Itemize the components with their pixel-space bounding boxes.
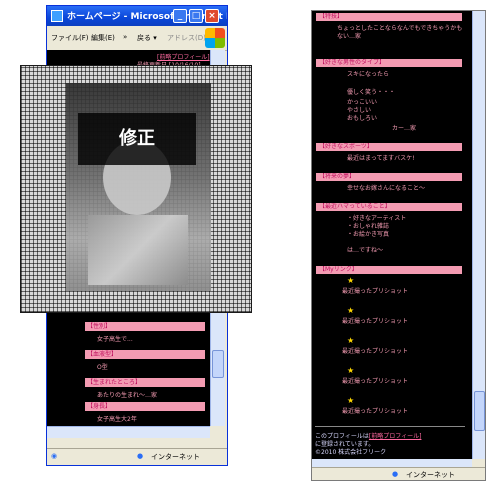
page-content: 【特技】 ちょっとしたことならなんでもできちゃうかも ない…家 【好きな男性のタ…	[312, 11, 472, 459]
globe-icon: ●	[137, 452, 144, 460]
footer-copyright: ©2010 株式会社フリーク	[315, 449, 387, 456]
title-bar: ホームページ - Microsoft Internet Exp... _ □ ×	[47, 6, 227, 26]
profile-label-birthplace: 【生まれたところ】	[85, 378, 205, 387]
footer-link[interactable]: [前略プロフィール]	[369, 433, 422, 440]
horizontal-scrollbar[interactable]	[47, 426, 210, 438]
profile-label-blood: 【血液型】	[85, 350, 205, 359]
link-item[interactable]: 最近撮ったプリショット	[342, 346, 408, 355]
section-label-sport: 【好きなスポーツ】	[316, 143, 462, 151]
vertical-scrollbar[interactable]	[472, 11, 485, 459]
status-bar: ● インターネット	[312, 467, 485, 480]
link-item[interactable]: 最近撮ったプリショット	[342, 316, 408, 325]
section-line: ない…家	[337, 33, 362, 40]
star-icon: ★	[347, 336, 355, 345]
profile-value-height: 女子高生大2年	[97, 416, 137, 423]
profile-label-height: 【身長】	[85, 402, 205, 411]
section-label-skill: 【特技】	[316, 13, 462, 21]
menu-edit[interactable]: 編集(E)	[91, 33, 115, 43]
profile-value-birthplace: あたりの生まれ〜…家	[97, 392, 158, 399]
scroll-thumb[interactable]	[474, 391, 485, 431]
photo-collar	[88, 215, 188, 285]
address-label[interactable]: アドレス(D)	[167, 33, 206, 43]
section-line: は…ですね〜	[347, 247, 384, 254]
section-label-dream: 【将来の夢】	[316, 173, 462, 181]
section-line: カー…家	[392, 125, 417, 132]
section-line: 最近はまってますバスケ!	[347, 155, 415, 162]
maximize-button[interactable]: □	[189, 9, 203, 23]
divider	[315, 426, 465, 427]
right-browser-window: 【特技】 ちょっとしたことならなんでもできちゃうかも ない…家 【好きな男性のタ…	[311, 10, 486, 481]
horizontal-scrollbar[interactable]	[312, 459, 472, 467]
back-button[interactable]: 戻る ▾	[137, 33, 157, 43]
section-label-links: 【Myリンク】	[316, 266, 462, 274]
section-line: ・お絵かき写真	[347, 231, 390, 238]
window-title: ホームページ - Microsoft Internet Exp...	[67, 12, 227, 22]
toolbar: ファイル(F) 編集(E) » 戻る ▾ アドレス(D)	[47, 26, 227, 51]
section-line: 優しく笑う・・・	[347, 89, 396, 96]
section-line: おもしろい	[347, 115, 378, 122]
minimize-button[interactable]: _	[173, 9, 187, 23]
star-icon: ★	[347, 366, 355, 375]
close-button[interactable]: ×	[205, 9, 219, 23]
ie-icon	[51, 10, 63, 22]
link-item[interactable]: 最近撮ったプリショット	[342, 376, 408, 385]
ie-status-icon: ◉	[51, 452, 58, 460]
link-item[interactable]: 最近撮ったプリショット	[342, 286, 408, 295]
star-icon: ★	[347, 276, 355, 285]
profile-label-gender: 【性別】	[85, 322, 205, 331]
menu-more[interactable]: »	[123, 33, 127, 41]
zone-label: インターネット	[151, 453, 200, 461]
star-icon: ★	[347, 306, 355, 315]
star-icon: ★	[347, 396, 355, 405]
globe-icon: ●	[392, 470, 399, 478]
section-label-hobby: 【最近ハマっていること】	[316, 203, 462, 211]
scroll-thumb[interactable]	[212, 350, 224, 378]
profile-value-gender: 女子高生で...	[97, 336, 133, 343]
link-item[interactable]: 最近撮ったプリショット	[342, 406, 408, 415]
status-bar: ◉ ● インターネット	[47, 448, 227, 465]
section-line: 幸せなお嫁さんになること〜	[347, 185, 426, 192]
zone-label: インターネット	[406, 471, 455, 479]
censor-label: 修正	[78, 113, 196, 165]
windows-logo-icon	[205, 28, 225, 48]
profile-value-blood: O型	[97, 364, 108, 371]
section-line: スキになったら	[347, 71, 390, 78]
menu-file[interactable]: ファイル(F)	[51, 33, 89, 43]
section-label-type: 【好きな男性のタイプ】	[316, 59, 462, 67]
